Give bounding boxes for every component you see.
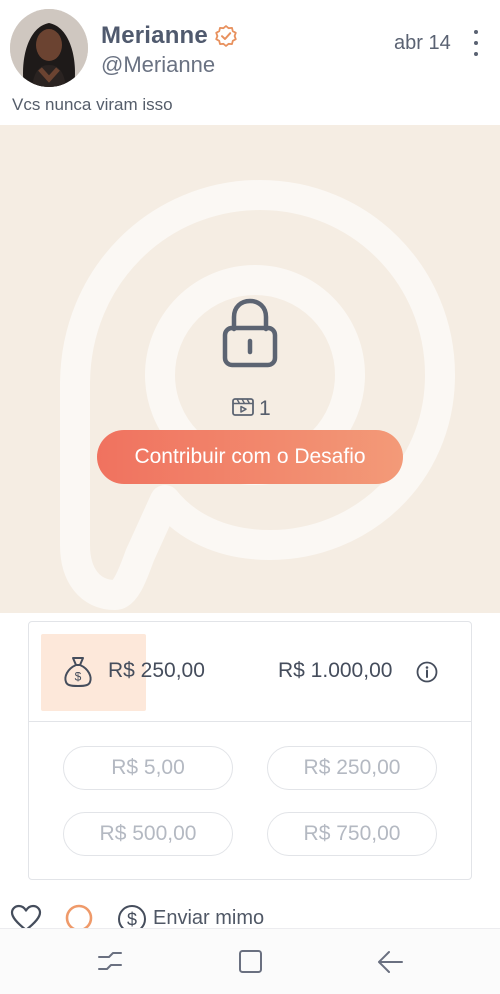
home-square-icon[interactable] — [236, 947, 266, 977]
post-actions: $ Enviar mimo — [0, 900, 500, 933]
money-bag-icon: $ — [61, 655, 95, 694]
post-caption: Vcs nunca viram isso — [12, 95, 173, 114]
svg-text:$: $ — [127, 910, 137, 930]
challenge-panel: $ R$ 250,00 R$ 1.000,00 R$ 5,00 R$ 250,0… — [28, 621, 472, 880]
recent-apps-icon[interactable] — [95, 947, 125, 977]
system-nav-bar — [0, 928, 500, 994]
post-date: abr 14 — [394, 32, 451, 54]
amount-option-750[interactable]: R$ 750,00 — [267, 812, 437, 856]
contribute-challenge-button[interactable]: Contribuir com o Desafio — [97, 430, 403, 484]
more-vertical-icon[interactable] — [468, 30, 484, 56]
challenge-progress: $ R$ 250,00 R$ 1.000,00 — [29, 622, 471, 722]
send-gift-label[interactable]: Enviar mimo — [153, 907, 264, 930]
back-arrow-icon[interactable] — [375, 947, 405, 977]
amount-option-5[interactable]: R$ 5,00 — [63, 746, 233, 790]
avatar[interactable] — [10, 9, 88, 87]
post-header: Merianne @Merianne abr 14 — [0, 0, 500, 92]
video-clip-icon — [231, 395, 255, 423]
info-icon[interactable] — [416, 661, 438, 688]
goal-amount: R$ 1.000,00 — [278, 659, 393, 682]
amount-option-250[interactable]: R$ 250,00 — [267, 746, 437, 790]
verified-badge-icon — [214, 24, 238, 48]
lock-icon — [220, 297, 280, 374]
locked-media: 1 Contribuir com o Desafio — [0, 125, 500, 613]
clip-count: 1 — [259, 397, 271, 420]
svg-text:$: $ — [75, 670, 82, 684]
current-amount: R$ 250,00 — [108, 659, 205, 682]
amount-option-500[interactable]: R$ 500,00 — [63, 812, 233, 856]
author-handle[interactable]: @Merianne — [101, 52, 215, 78]
author-name[interactable]: Merianne — [101, 22, 208, 50]
